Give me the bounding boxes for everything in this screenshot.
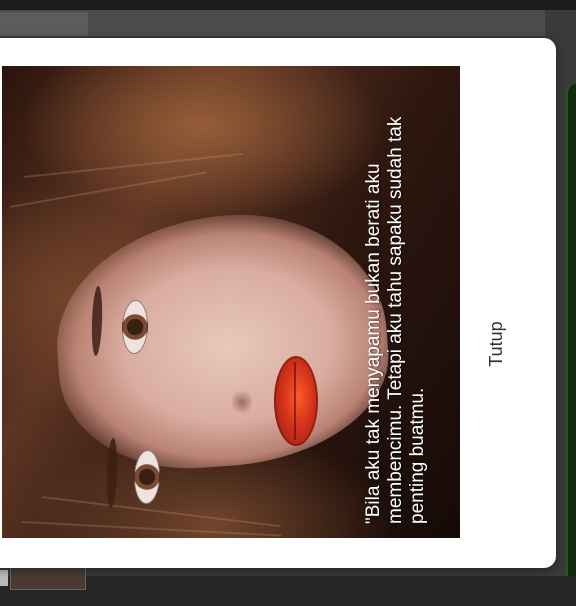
dialog-image: "Bila aku tak menyapamu bukan berati aku…: [2, 66, 460, 538]
background-top-bar: [0, 0, 576, 10]
image-caption: "Bila aku tak menyapamu bukan berati aku…: [363, 116, 428, 524]
image-dialog: "Bila aku tak menyapamu bukan berati aku…: [0, 38, 556, 568]
thumbnail-icon: [0, 570, 8, 586]
background-header-chip: [0, 12, 88, 36]
screen-overlay: "Bila aku tak menyapamu bukan berati aku…: [0, 0, 576, 606]
close-button-container[interactable]: Tutup: [484, 314, 508, 374]
background-right-panel: [566, 84, 576, 584]
lips: [274, 356, 318, 446]
close-button[interactable]: Tutup: [484, 314, 508, 374]
background-thumbnail: [10, 566, 86, 590]
background-bottom-bar: [0, 576, 576, 606]
nose: [232, 388, 252, 416]
image-caption-container: "Bila aku tak menyapamu bukan berati aku…: [359, 72, 460, 532]
